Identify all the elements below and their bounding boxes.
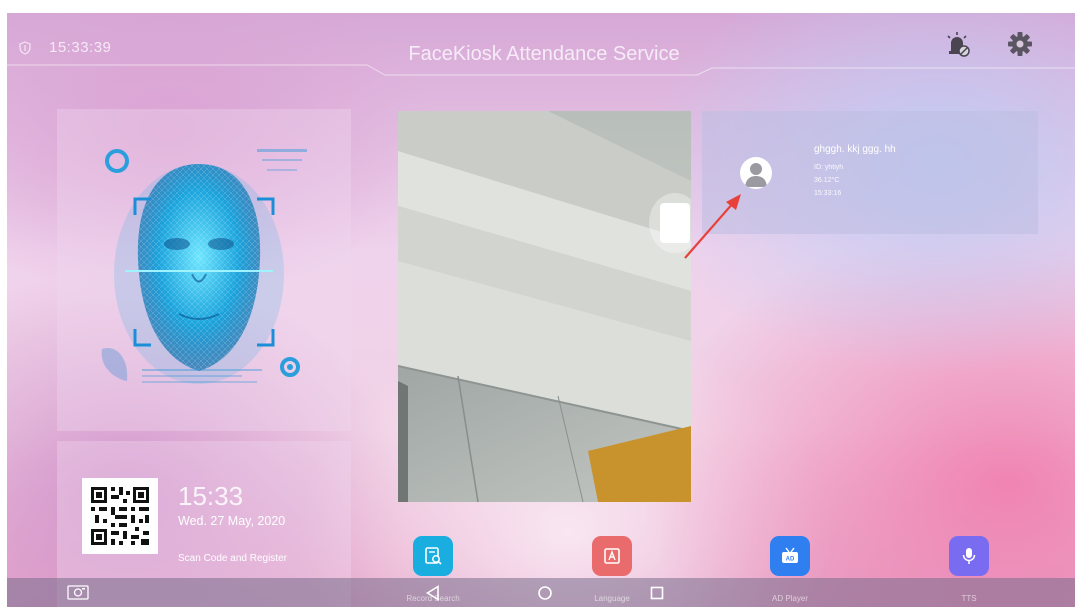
clock-date: Wed. 27 May, 2020: [178, 514, 286, 528]
avatar-icon: [740, 157, 772, 189]
record-search-icon: [425, 547, 442, 565]
face-scan-graphic: [101, 149, 307, 384]
status-time: 15:33:39: [49, 39, 112, 56]
home-icon[interactable]: [537, 585, 553, 601]
record-search-label: Record Search: [406, 594, 460, 603]
tts-label: TTS: [961, 594, 977, 603]
app-screen: 15:33:39 FaceKiosk Attendance Service 15…: [7, 13, 1075, 607]
qr-code-icon[interactable]: [82, 478, 158, 554]
alarm-off-icon[interactable]: [943, 30, 971, 58]
svg-text:AD: AD: [786, 557, 795, 563]
ad-player-icon: AD: [782, 547, 798, 563]
page-title: FaceKiosk Attendance Service: [408, 43, 680, 65]
record-search-button[interactable]: [413, 536, 453, 576]
shield-icon: [19, 41, 31, 55]
language-icon: [604, 548, 620, 564]
record-time: 15:33:16: [814, 190, 842, 197]
tts-button[interactable]: [949, 536, 989, 576]
recognition-record-card[interactable]: ghggh. kkj ggg. hh ID: yhtiyh 36.12°C 15…: [702, 111, 1038, 234]
clock-time: 15:33: [178, 481, 244, 511]
record-id: ID: yhtiyh: [814, 164, 844, 171]
record-name: ghggh. kkj ggg. hh: [814, 144, 896, 155]
ad-player-label: AD Player: [771, 594, 808, 603]
microphone-icon: [962, 548, 976, 564]
top-bar: 15:33:39 FaceKiosk Attendance Service: [7, 13, 1075, 88]
camera-preview: [398, 111, 691, 502]
gear-icon[interactable]: [1006, 30, 1034, 58]
system-nav-bar: [7, 578, 1075, 607]
scan-register-label: Scan Code and Register: [178, 553, 287, 564]
camera-icon[interactable]: [67, 584, 89, 600]
ad-player-button[interactable]: AD: [770, 536, 810, 576]
language-label: Language: [594, 594, 630, 603]
face-recognition-panel: [57, 109, 351, 431]
record-temperature: 36.12°C: [814, 177, 840, 184]
language-button[interactable]: [592, 536, 632, 576]
